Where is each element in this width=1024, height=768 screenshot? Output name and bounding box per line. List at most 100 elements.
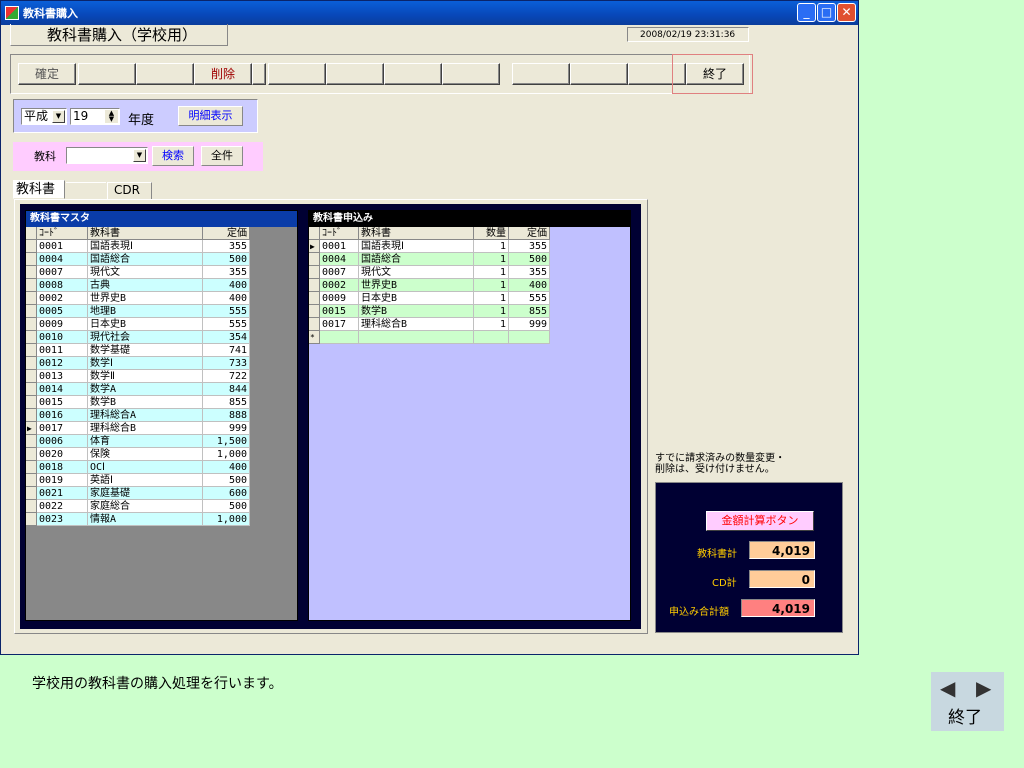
era-select[interactable]: 平成 ▼ <box>21 108 67 125</box>
cell-code[interactable]: 0004 <box>319 252 359 266</box>
cell-quantity[interactable]: 1 <box>473 239 509 253</box>
row-selector[interactable] <box>309 317 320 331</box>
cell-code[interactable]: 0002 <box>36 291 88 305</box>
cell-code[interactable]: 0002 <box>319 278 359 292</box>
cell-price[interactable]: 999 <box>202 421 250 435</box>
cell-code[interactable]: 0007 <box>319 265 359 279</box>
cell-textbook[interactable]: 世界史B <box>87 291 203 305</box>
row-selector[interactable]: ▶ <box>309 239 320 253</box>
toolbar-button-9[interactable] <box>442 63 500 85</box>
column-header-quantity[interactable]: 数量 <box>473 227 509 240</box>
row-selector[interactable] <box>26 369 37 383</box>
cell-price[interactable]: 855 <box>202 395 250 409</box>
detail-view-button[interactable]: 明細表示 <box>178 106 243 126</box>
toolbar-spacer[interactable] <box>252 63 266 85</box>
table-row[interactable]: 0009 日本史B 555 <box>26 317 250 331</box>
table-row[interactable]: 0004 国語総合 500 <box>26 252 250 266</box>
toolbar-button-11[interactable] <box>570 63 628 85</box>
toolbar-button-10[interactable] <box>512 63 570 85</box>
cell-quantity[interactable]: 1 <box>473 252 509 266</box>
cell-price[interactable]: 400 <box>202 291 250 305</box>
cell-code[interactable]: 0009 <box>36 317 88 331</box>
cell-textbook[interactable]: 理科総合B <box>87 421 203 435</box>
table-row[interactable]: 0009 日本史B 1 555 <box>309 291 550 305</box>
cell-price[interactable]: 355 <box>508 239 550 253</box>
cell-textbook[interactable]: OCⅠ <box>87 460 203 474</box>
row-selector[interactable] <box>26 486 37 500</box>
cell-quantity[interactable]: 1 <box>473 291 509 305</box>
row-selector[interactable] <box>26 356 37 370</box>
column-header-code[interactable]: ｺｰﾄﾞ <box>36 227 88 240</box>
show-all-button[interactable]: 全件 <box>201 146 243 166</box>
column-header-price[interactable]: 定価 <box>202 227 250 240</box>
cell-textbook[interactable]: 国語総合 <box>87 252 203 266</box>
tab-cdr[interactable]: CDR <box>107 182 152 199</box>
table-row[interactable]: 0020 保険 1,000 <box>26 447 250 461</box>
cell-textbook[interactable]: 数学Ⅱ <box>87 369 203 383</box>
cell-code[interactable]: 0020 <box>36 447 88 461</box>
table-row[interactable]: 0002 世界史B 1 400 <box>309 278 550 292</box>
row-selector[interactable] <box>26 460 37 474</box>
cell-price[interactable]: 355 <box>508 265 550 279</box>
cell-code[interactable]: 0017 <box>36 421 88 435</box>
cell-code[interactable]: 0004 <box>36 252 88 266</box>
cell-price[interactable]: 888 <box>202 408 250 422</box>
master-table[interactable]: ｺｰﾄﾞ 教科書 定価 0001 国語表現Ⅰ 355 0004 国語総合 500 0007 現… <box>26 227 250 526</box>
cell-price[interactable]: 355 <box>202 239 250 253</box>
cell-empty[interactable] <box>473 330 509 344</box>
row-selector[interactable] <box>26 278 37 292</box>
master-grid[interactable]: 教科書マスタ ｺｰﾄﾞ 教科書 定価 0001 国語表現Ⅰ 355 0004 国語総合 5… <box>25 210 298 621</box>
exit-link[interactable]: 終了 <box>948 703 982 728</box>
subject-select[interactable]: ▼ <box>66 147 148 164</box>
cell-price[interactable]: 500 <box>202 252 250 266</box>
table-row[interactable]: 0017 理科総合B 1 999 <box>309 317 550 331</box>
row-selector[interactable] <box>26 382 37 396</box>
toolbar-button-3[interactable] <box>136 63 194 85</box>
order-grid[interactable]: 教科書申込み ｺｰﾄﾞ 教科書 数量 定価 ▶ 0001 国語表現Ⅰ 1 355 0004… <box>308 210 631 621</box>
cell-textbook[interactable]: 地理B <box>87 304 203 318</box>
cell-textbook[interactable]: 国語表現Ⅰ <box>87 239 203 253</box>
cell-textbook[interactable]: 古典 <box>87 278 203 292</box>
column-header-code[interactable]: ｺｰﾄﾞ <box>319 227 359 240</box>
table-row[interactable]: 0008 古典 400 <box>26 278 250 292</box>
cell-price[interactable]: 354 <box>202 330 250 344</box>
cell-code[interactable]: 0012 <box>36 356 88 370</box>
cell-price[interactable]: 722 <box>202 369 250 383</box>
cell-code[interactable]: 0014 <box>36 382 88 396</box>
row-selector[interactable] <box>309 252 320 266</box>
column-header-price[interactable]: 定価 <box>508 227 550 240</box>
row-selector[interactable] <box>26 330 37 344</box>
year-stepper[interactable]: 19 ▲ ▼ <box>70 108 120 125</box>
table-row[interactable]: 0013 数学Ⅱ 722 <box>26 369 250 383</box>
spin-arrows-icon[interactable]: ▲ ▼ <box>105 110 118 123</box>
close-button[interactable]: ✕ <box>837 3 856 22</box>
cell-code[interactable]: 0018 <box>36 460 88 474</box>
cell-textbook[interactable]: 国語表現Ⅰ <box>358 239 474 253</box>
cell-code[interactable]: 0015 <box>36 395 88 409</box>
toolbar-button-6[interactable] <box>268 63 326 85</box>
row-selector[interactable] <box>26 512 37 526</box>
row-selector[interactable] <box>26 317 37 331</box>
cell-code[interactable]: 0017 <box>319 317 359 331</box>
previous-arrow-icon[interactable]: ◀ <box>940 676 955 700</box>
table-row[interactable]: 0022 家庭総合 500 <box>26 499 250 513</box>
table-row[interactable]: 0007 現代文 1 355 <box>309 265 550 279</box>
table-row[interactable]: 0001 国語表現Ⅰ 355 <box>26 239 250 253</box>
row-selector[interactable] <box>26 395 37 409</box>
chevron-down-icon[interactable]: ▼ <box>133 149 146 162</box>
cell-price[interactable]: 844 <box>202 382 250 396</box>
tab-textbook[interactable]: 教科書 <box>13 180 65 199</box>
cell-textbook[interactable]: 数学Ⅰ <box>87 356 203 370</box>
cell-price[interactable]: 555 <box>202 304 250 318</box>
cell-quantity[interactable]: 1 <box>473 265 509 279</box>
chevron-down-icon[interactable]: ▼ <box>52 110 65 123</box>
column-header-textbook[interactable]: 教科書 <box>358 227 474 240</box>
table-row[interactable]: 0014 数学A 844 <box>26 382 250 396</box>
cell-code[interactable]: 0023 <box>36 512 88 526</box>
calculate-total-button[interactable]: 金額計算ボタン <box>706 511 814 531</box>
minimize-button[interactable]: _ <box>797 3 816 22</box>
row-selector[interactable] <box>309 291 320 305</box>
cell-empty[interactable] <box>508 330 550 344</box>
table-row[interactable]: 0010 現代社会 354 <box>26 330 250 344</box>
cell-price[interactable]: 400 <box>202 460 250 474</box>
